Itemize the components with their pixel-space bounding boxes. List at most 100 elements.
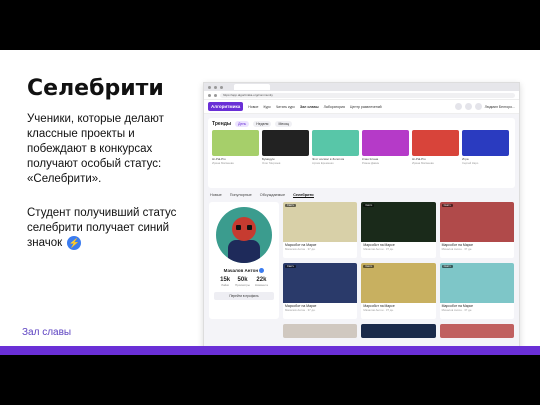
project-badge: Скетч (363, 204, 375, 207)
trends-panel: Тренды День Неделя Месяц Hi-Pal-Pro Ирина… (208, 118, 515, 188)
trend-author: Олег Мерзоев (262, 161, 281, 165)
nav-link[interactable]: Новое (248, 105, 258, 109)
profile-avatar (216, 207, 272, 263)
profile-name-row: Мачалов Антон (224, 268, 265, 274)
user-name[interactable]: Людмил Белгоро... (485, 105, 515, 109)
project-thumbnail[interactable] (283, 324, 358, 338)
back-icon[interactable] (208, 93, 211, 97)
trend-card[interactable]: Клан Клана Роман Давин (362, 130, 409, 165)
stat-label: Просмотры (235, 283, 250, 288)
slide-title: Селебрити (27, 76, 164, 101)
project-card[interactable]: Скетч Марсобот на Марсе Мачалов Антон · 37… (283, 262, 358, 319)
nav-link[interactable]: Читать курс (276, 105, 295, 109)
feed-content: Мачалов Антон 15k Лайки 50k Просмотры 22… (204, 200, 519, 321)
project-card[interactable]: Скетч Марсобот на Марсе Мачалов Антон · 37… (361, 262, 436, 319)
project-meta: Мачалов Антон · 37 дн. (441, 247, 473, 251)
verified-badge-icon (259, 268, 265, 274)
trends-title: Тренды (212, 121, 232, 127)
site-nav: Алгоритмика Новое Курс Читать курс Зал с… (204, 100, 519, 114)
nav-link-active[interactable]: Зал славы (300, 105, 319, 109)
trend-thumbnail[interactable] (362, 130, 409, 156)
project-card[interactable]: Скетч Марсобот на Марсе Мачалов Антон · 37… (439, 202, 514, 258)
project-thumbnail[interactable]: Скетч (361, 262, 436, 303)
tab-discussed[interactable]: Обсуждаемые (260, 193, 285, 198)
trends-row: Hi-Pal-Pro Ирина Матвеева Бумидум Олег Мерз… (212, 130, 511, 165)
project-meta: Мачалов Антон · 37 дн. (441, 307, 473, 312)
trend-author: Ирина Матвеева (412, 161, 434, 165)
project-thumbnail[interactable] (439, 324, 514, 338)
project-badge: Скетч (285, 264, 296, 268)
project-card[interactable]: Скетч Марсобот на Марсе Мачалов Антон · 37… (283, 202, 358, 258)
notifications-icon[interactable] (464, 103, 472, 110)
lightning-icon: ⚡ (67, 236, 82, 250)
bottom-accent-bar (0, 346, 540, 355)
project-meta: Мачалов Антон · 37 дн. (363, 247, 394, 251)
nav-right: Людмил Белгоро... (454, 103, 515, 110)
go-to-profile-button[interactable]: Перейти в профиль (214, 292, 274, 301)
project-meta: Мачалов Антон · 37 дн. (285, 307, 316, 312)
trend-thumbnail[interactable] (462, 130, 509, 156)
chip-week[interactable]: Неделя (253, 121, 272, 127)
profile-card: Мачалов Антон 15k Лайки 50k Просмотры 22… (209, 202, 279, 319)
address-bar: https://app.algoritmika.org/community (204, 91, 519, 100)
project-card[interactable]: Скетч Марсобот на Марсе Мачалов Антон · 37… (361, 202, 436, 258)
trend-thumbnail[interactable] (312, 130, 359, 156)
project-thumbnail[interactable]: Скетч (439, 202, 514, 242)
window-dot-icon[interactable] (214, 85, 217, 89)
slide-description: Ученики, которые делают классные проекты… (27, 113, 164, 185)
chip-month[interactable]: Месяц (275, 121, 293, 127)
project-row-2 (204, 321, 519, 341)
trend-card[interactable]: Игра Сергей Каро (462, 130, 509, 165)
tab-popular[interactable]: Популярные (230, 193, 252, 198)
project-thumbnail[interactable] (361, 324, 436, 338)
trend-thumbnail[interactable] (412, 130, 459, 156)
browser-tabbar (204, 83, 519, 91)
tab-celebrity[interactable]: Селебрити (293, 193, 314, 198)
trend-card[interactable]: Этот космос в Золотом Артем Еременко (312, 130, 359, 165)
row2-spacer (209, 324, 279, 338)
forward-icon[interactable] (214, 93, 217, 97)
trends-header: Тренды День Неделя Месяц (212, 121, 511, 127)
browser-tab[interactable] (234, 84, 270, 90)
nav-link[interactable]: Центр развлечений (350, 105, 382, 109)
trend-card[interactable]: Hi-Pal-Pro Ирина Матвеева (412, 130, 459, 165)
slide: Селебрити Ученики, которые делают классн… (0, 50, 540, 355)
avatar-body (228, 240, 260, 263)
site-logo[interactable]: Алгоритмика (208, 102, 244, 111)
trend-author: Ирина Матвеева (212, 161, 234, 165)
avatar-eye (236, 225, 241, 230)
stat-label: Коммента (254, 283, 268, 288)
hall-of-fame-label: Зал славы (22, 327, 72, 338)
project-thumbnail[interactable]: Скетч (283, 262, 358, 303)
profile-stats: 15k Лайки 50k Просмотры 22k Коммента (220, 277, 268, 287)
trend-card[interactable]: Бумидум Олег Мерзоев (262, 130, 309, 165)
stat-comments: 22k Коммента (255, 277, 268, 287)
project-thumbnail[interactable]: Скетч (283, 202, 358, 242)
search-icon[interactable] (454, 103, 462, 110)
nav-link[interactable]: Курс (263, 105, 270, 109)
avatar[interactable] (474, 103, 482, 110)
nav-link[interactable]: Лаборатория (324, 105, 345, 109)
browser-window: https://app.algoritmika.org/community Ал… (203, 82, 520, 355)
trend-card[interactable]: Hi-Pal-Pro Ирина Матвеева (212, 130, 259, 165)
chip-day[interactable]: День (235, 121, 250, 127)
project-thumbnail[interactable]: Скетч (439, 262, 514, 303)
window-dot-icon[interactable] (220, 85, 223, 89)
tab-new[interactable]: Новые (210, 193, 222, 198)
project-thumbnail[interactable]: Скетч (361, 202, 436, 242)
stat-label: Лайки (221, 283, 229, 288)
project-grid: Скетч Марсобот на Марсе Мачалов Антон · 37… (283, 202, 514, 319)
feed-tabs: Новые Популярные Обсуждаемые Селебрити (204, 188, 519, 200)
window-dot-icon[interactable] (208, 85, 211, 89)
project-badge: Скетч (285, 204, 296, 207)
project-badge: Скетч (363, 264, 375, 268)
badge-description: Студент получивший статус селебрити полу… (27, 207, 177, 250)
trend-author: Артем Еременко (312, 161, 334, 165)
trend-thumbnail[interactable] (212, 130, 259, 156)
trend-thumbnail[interactable] (262, 130, 309, 156)
avatar-eye (247, 225, 252, 230)
project-card[interactable]: Скетч Марсобот на Марсе Мачалов Антон · 37… (439, 262, 514, 319)
url-input[interactable]: https://app.algoritmika.org/community (220, 92, 515, 98)
stat-views: 50k Просмотры (235, 277, 250, 287)
slide-description-2: Студент получивший статус селебрити полу… (27, 206, 202, 251)
